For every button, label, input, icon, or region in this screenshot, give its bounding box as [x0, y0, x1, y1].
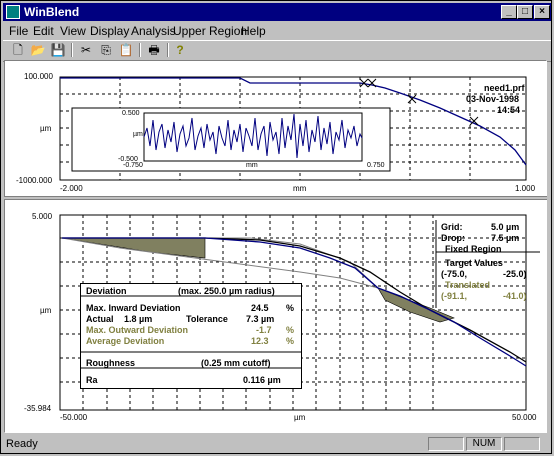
translated-y: -41.0): [503, 291, 527, 301]
inward-label: Max. Inward Deviation: [86, 303, 181, 313]
outward-value: -1.7: [256, 325, 272, 335]
file-name: need1.prf: [484, 83, 525, 93]
status-text: Ready: [6, 438, 38, 450]
grid-info-panel: Grid: 5.0 µm Drop: 7.5 µm Fixed Region T…: [441, 222, 543, 308]
drop-label: Drop:: [441, 233, 465, 243]
roughness-cutoff: (0.25 mm cutoff): [201, 358, 271, 368]
status-panel: [428, 437, 464, 451]
top-x-unit: mm: [293, 184, 307, 193]
bottom-x-unit: µm: [294, 413, 306, 422]
top-y-max: 100.000: [24, 72, 53, 81]
average-label: Average Deviation: [86, 336, 165, 346]
actual-label: Actual: [86, 314, 114, 324]
bottom-x-max: 50.000: [512, 413, 537, 422]
grid-label: Grid:: [441, 222, 463, 232]
file-date: 03-Nov-1998: [466, 94, 520, 104]
bottom-y-min: -35.984: [24, 404, 52, 413]
top-y-unit: µm: [40, 124, 52, 133]
outward-unit: %: [286, 325, 295, 335]
target-values-label: Target Values: [445, 258, 503, 268]
deviation-title: Deviation: [86, 286, 127, 296]
top-x-max: 1.000: [515, 184, 536, 193]
average-value: 12.3: [251, 336, 269, 346]
ra-value: 0.116 µm: [243, 375, 281, 385]
bottom-y-max: 5.000: [32, 212, 53, 221]
deviation-radius: (max. 250.0 µm radius): [178, 286, 275, 296]
translated-x: (-91.1,: [441, 291, 468, 301]
inward-value: 24.5: [251, 303, 269, 313]
tolerance-label: Tolerance: [186, 314, 228, 324]
roughness-label: Roughness: [86, 358, 136, 368]
file-time: 14:54: [497, 105, 521, 115]
top-x-min: -2.000: [60, 184, 83, 193]
inward-unit: %: [286, 303, 295, 313]
ra-label: Ra: [86, 375, 98, 385]
inset-x-unit: mm: [246, 162, 258, 169]
top-y-min: -1000.000: [16, 176, 53, 185]
deviation-panel: Deviation (max. 250.0 µm radius) Max. In…: [80, 283, 302, 389]
inset-y-max: 0.500: [122, 110, 140, 117]
inset-y-unit: µm: [133, 131, 143, 138]
outward-label: Max. Outward Deviation: [86, 325, 189, 335]
average-unit: %: [286, 336, 295, 346]
tolerance-value: 7.3 µm: [246, 314, 275, 324]
target-x: (-75.0,: [441, 269, 468, 279]
inset-x-max: 0.750: [367, 162, 385, 169]
grid-value: 5.0 µm: [491, 222, 520, 232]
status-bar: Ready NUM: [2, 436, 550, 452]
target-y: -25.0): [503, 269, 527, 279]
status-panel: [504, 437, 540, 451]
bottom-y-unit: µm: [40, 306, 52, 315]
actual-value: 1.8 µm: [124, 314, 153, 324]
inset-x-min: -0.750: [123, 162, 143, 169]
drop-value: 7.5 µm: [491, 233, 520, 243]
bottom-x-min: -50.000: [60, 413, 88, 422]
fixed-region: Fixed Region: [445, 244, 502, 254]
translated-label: Translated: [445, 280, 491, 290]
num-lock-indicator: NUM: [466, 437, 502, 451]
